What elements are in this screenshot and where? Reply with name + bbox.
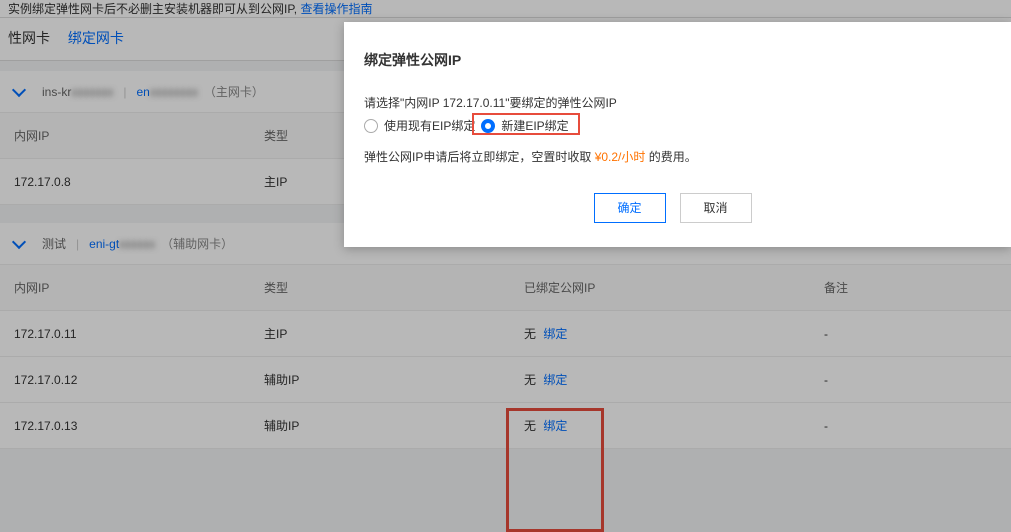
col-header-ip: 内网IP xyxy=(0,265,250,311)
radio-use-existing[interactable] xyxy=(364,119,378,133)
cell-type: 辅助IP xyxy=(250,403,510,449)
chevron-down-icon xyxy=(12,235,26,249)
cell-bound-eip: 无 绑定 xyxy=(510,311,810,357)
nic-card-secondary: 测试 | eni-gtxxxxxx （辅助网卡） 内网IP 类型 已绑定公网IP… xyxy=(0,223,1011,449)
eni-id-link[interactable]: eni-gtxxxxxx xyxy=(89,237,155,251)
cell-ip: 172.17.0.13 xyxy=(0,403,250,449)
cell-bound-eip: 无 绑定 xyxy=(510,357,810,403)
separator: | xyxy=(76,237,79,251)
cell-type: 主IP xyxy=(250,311,510,357)
cell-note: - xyxy=(810,403,1011,449)
cell-note: - xyxy=(810,357,1011,403)
col-header-eip: 已绑定公网IP xyxy=(510,265,810,311)
top-notice-link[interactable]: 查看操作指南 xyxy=(300,2,372,16)
modal-title: 绑定弹性公网IP xyxy=(364,50,981,70)
top-notice-text: 实例绑定弹性网卡后不必删主安装机器即可从到公网IP, xyxy=(8,2,300,16)
cell-ip: 172.17.0.11 xyxy=(0,311,250,357)
top-notice-bar: 实例绑定弹性网卡后不必删主安装机器即可从到公网IP, 查看操作指南 xyxy=(0,0,1011,18)
bind-nic-link[interactable]: 绑定网卡 xyxy=(68,30,124,46)
radio-create-new-label: 新建EIP绑定 xyxy=(501,117,568,134)
table-row: 172.17.0.13 辅助IP 无 绑定 - xyxy=(0,403,1011,449)
bind-eip-modal: 绑定弹性公网IP 请选择"内网IP 172.17.0.11"要绑定的弹性公网IP… xyxy=(344,22,1011,247)
nic-role-label: （辅助网卡） xyxy=(161,235,233,252)
cell-type: 辅助IP xyxy=(250,357,510,403)
eni-id-link[interactable]: enxxxxxxxx xyxy=(136,85,197,99)
chevron-down-icon xyxy=(12,83,26,97)
cell-ip: 172.17.0.12 xyxy=(0,357,250,403)
cell-ip: 172.17.0.8 xyxy=(0,159,250,205)
table-row: 172.17.0.11 主IP 无 绑定 - xyxy=(0,311,1011,357)
nic-role-label: （主网卡） xyxy=(204,83,264,100)
table-row: 172.17.0.12 辅助IP 无 绑定 - xyxy=(0,357,1011,403)
col-header-type: 类型 xyxy=(250,265,510,311)
bind-eip-link[interactable]: 绑定 xyxy=(543,419,567,433)
instance-id: ins-krxxxxxxx xyxy=(42,85,113,99)
cancel-button[interactable]: 取消 xyxy=(680,193,752,223)
confirm-button[interactable]: 确定 xyxy=(594,193,666,223)
ip-table-secondary: 内网IP 类型 已绑定公网IP 备注 172.17.0.11 主IP 无 绑定 … xyxy=(0,265,1011,449)
nic-name: 测试 xyxy=(42,235,66,252)
radio-group: 使用现有EIP绑定 新建EIP绑定 xyxy=(364,117,981,134)
modal-subtitle: 请选择"内网IP 172.17.0.11"要绑定的弹性公网IP xyxy=(364,94,981,111)
radio-use-existing-label: 使用现有EIP绑定 xyxy=(384,117,475,134)
cell-bound-eip: 无 绑定 xyxy=(510,403,810,449)
fee-price: ¥0.2/小时 xyxy=(595,150,646,164)
col-header-note: 备注 xyxy=(810,265,1011,311)
cell-note: - xyxy=(810,311,1011,357)
bind-eip-link[interactable]: 绑定 xyxy=(543,373,567,387)
panel-title: 性网卡 xyxy=(8,30,50,46)
separator: | xyxy=(123,85,126,99)
radio-create-new[interactable] xyxy=(481,119,495,133)
col-header-ip: 内网IP xyxy=(0,113,250,159)
bind-eip-link[interactable]: 绑定 xyxy=(543,327,567,341)
fee-notice: 弹性公网IP申请后将立即绑定，空置时收取 ¥0.2/小时 的费用。 xyxy=(364,148,981,165)
modal-button-row: 确定 取消 xyxy=(364,193,981,223)
